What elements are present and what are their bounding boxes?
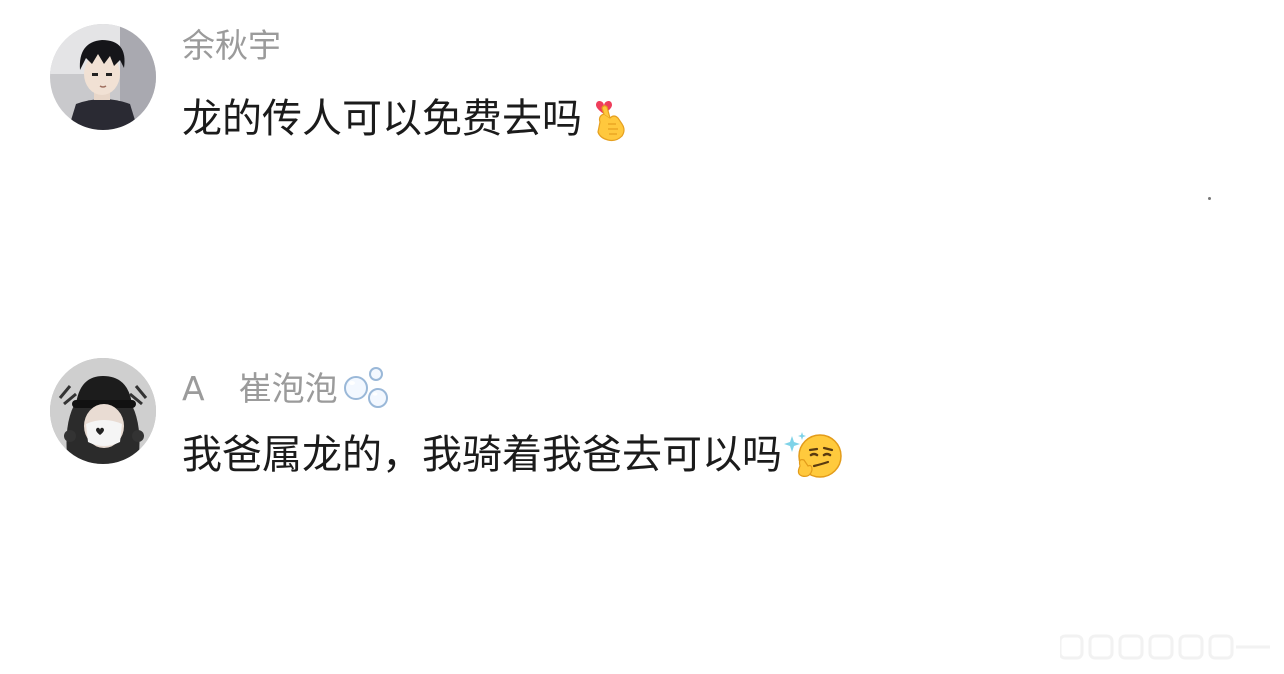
username-1[interactable]: 余秋宇 — [182, 29, 281, 62]
comment-text-1: 龙的传人可以免费去吗 — [182, 94, 632, 144]
username-2[interactable]: A 崔泡泡 — [182, 366, 392, 415]
small-dot-mark — [1208, 197, 1211, 200]
smirk-thinking-emoji-icon — [784, 430, 844, 480]
finger-heart-emoji-icon — [588, 94, 632, 144]
avatar-2[interactable] — [50, 358, 156, 464]
username-2-name: 崔泡泡 — [238, 369, 338, 408]
comment-text-1-content: 龙的传人可以免费去吗 — [182, 96, 582, 142]
anime-boy-avatar-icon — [50, 24, 156, 130]
bubbles-emoji-icon — [342, 366, 392, 415]
masked-girl-avatar-icon — [50, 358, 156, 464]
comment-text-2: 我爸属龙的，我骑着我爸去可以吗 — [182, 430, 844, 480]
watermark-logo — [1058, 634, 1270, 662]
username-2-prefix: A — [182, 369, 205, 408]
comment-text-2-content: 我爸属龙的，我骑着我爸去可以吗 — [182, 432, 782, 478]
avatar-1[interactable] — [50, 24, 156, 130]
